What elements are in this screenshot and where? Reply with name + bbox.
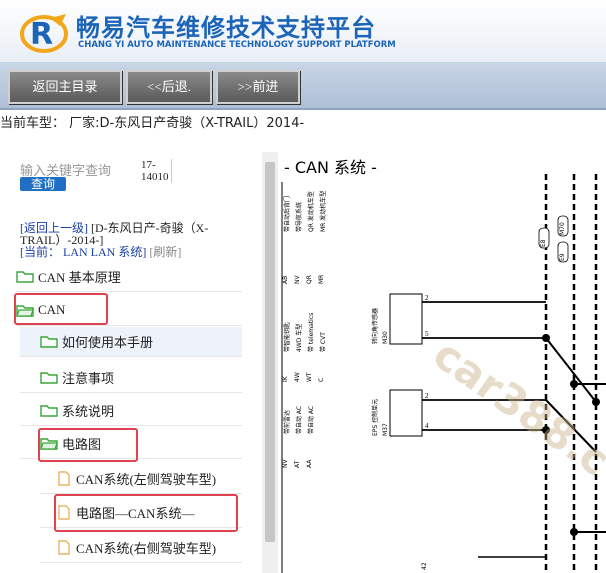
folder-icon — [40, 405, 58, 417]
tree-item-can-lhd[interactable]: CAN系统(左侧驾驶车型) — [40, 464, 242, 494]
folder-icon — [40, 336, 58, 348]
diagram-pane: 2 5 2 4 car388.c — [278, 152, 606, 573]
watermark: car388.c — [425, 329, 606, 485]
nav-bar: 返回主目录 <<后退. >>前进 — [0, 62, 606, 110]
can-wiring-diagram: 2 5 2 4 car388.c — [281, 174, 606, 573]
home-button[interactable]: 返回主目录 — [8, 70, 122, 104]
tree-item-label: 如何使用本手册 — [62, 335, 154, 350]
app-header: R 畅易汽车维修技术支持平台 CHANG YI AUTO MAINTENANCE… — [0, 0, 606, 62]
current-label: [当前： — [20, 245, 60, 259]
search-button[interactable]: 查询 — [20, 177, 66, 191]
highlight-can — [14, 293, 108, 325]
refresh-link[interactable]: [刷新] — [149, 245, 181, 259]
document-icon — [58, 540, 70, 555]
svg-text:5: 5 — [425, 330, 429, 338]
tree-item-label: 注意事项 — [62, 371, 115, 386]
svg-text:4: 4 — [425, 422, 429, 430]
left-scrollbar[interactable] — [262, 152, 278, 573]
highlight-wiring-diagram — [38, 428, 138, 462]
tree-item-system-desc[interactable]: 系统说明 — [20, 396, 242, 426]
app-title: 畅易汽车维修技术支持平台 — [76, 14, 376, 42]
document-icon — [58, 471, 70, 486]
back-button[interactable]: <<后退. — [126, 70, 212, 104]
logo-icon: R — [20, 14, 68, 53]
svg-text:2: 2 — [425, 392, 429, 400]
tree-item-can-rhd[interactable]: CAN系统(右侧驾驶车型) — [40, 533, 242, 563]
tree-item-label: 系统说明 — [62, 404, 115, 419]
highlight-wiring-can — [54, 494, 238, 532]
current-vehicle: 当前车型： 厂家:D-东风日产奇骏（X-TRAIL）2014- — [0, 116, 305, 131]
tree-item-label: CAN系统(右侧驾驶车型) — [76, 541, 217, 556]
diagram-title: - CAN 系统 - — [284, 158, 377, 177]
tree-item-can-principle[interactable]: CAN 基本原理 — [16, 261, 242, 292]
location-info: [返回上一级] [D-东风日产-奇骏（X-TRAIL）-2014-] [当前： … — [20, 222, 240, 258]
tree-item-how-to-use[interactable]: 如何使用本手册 — [20, 327, 242, 357]
tree-item-precautions[interactable]: 注意事项 — [20, 363, 242, 393]
app-subtitle: CHANG YI AUTO MAINTENANCE TECHNOLOGY SUP… — [78, 40, 396, 50]
top-connector-codes — [538, 215, 569, 263]
scrollbar-thumb[interactable] — [265, 162, 275, 542]
svg-text:R: R — [30, 17, 53, 52]
folder-icon — [40, 372, 58, 384]
document-code: 17-14010 — [141, 159, 172, 183]
svg-text:2: 2 — [425, 294, 429, 302]
folder-icon — [16, 270, 34, 283]
forward-button[interactable]: >>前进 — [216, 70, 300, 104]
tree-item-label: CAN系统(左侧驾驶车型) — [76, 472, 217, 487]
current-value: LAN LAN 系统] — [63, 245, 147, 259]
tree-item-label: CAN 基本原理 — [38, 269, 121, 285]
